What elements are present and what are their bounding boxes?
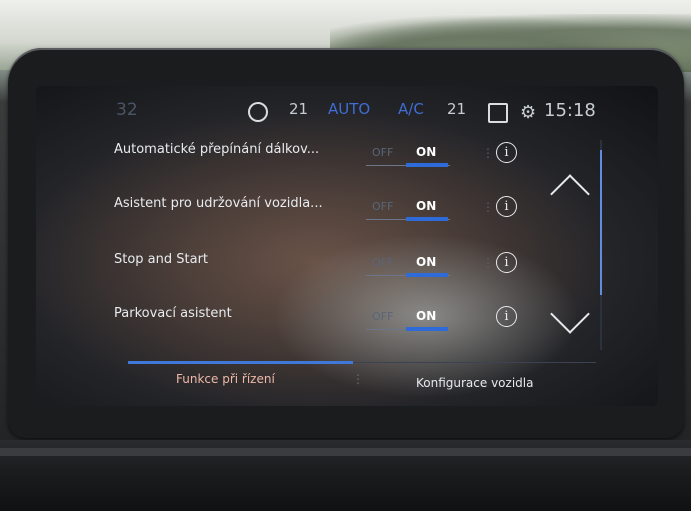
separator: ⋮ [482, 310, 494, 324]
toggle-on-label: ON [416, 199, 437, 213]
toggle-switch[interactable]: OFF ON [366, 254, 450, 278]
toggle-on-label: ON [416, 309, 437, 323]
toggle-switch[interactable]: OFF ON [366, 198, 450, 222]
clock: 15:18 [544, 100, 596, 121]
toggle-indicator [406, 217, 448, 221]
info-icon[interactable]: i [496, 252, 517, 273]
tab-separator: ⋮ [352, 372, 364, 386]
status-bar: 32 21 AUTO A/C 21 ⚙ 15:18 [36, 100, 656, 126]
fan-icon[interactable] [248, 102, 268, 122]
toggle-on-label: ON [416, 145, 437, 159]
setting-label: Parkovací asistent [114, 306, 232, 321]
toggle-on-label: ON [416, 255, 437, 269]
toggle-off-label: OFF [372, 200, 394, 213]
tab-vehicle-configuration[interactable]: Konfigurace vozidla [416, 376, 533, 390]
toggle-off-label: OFF [372, 256, 394, 269]
settings-list: Automatické přepínání dálkov... OFF ON ⋮… [104, 136, 604, 351]
separator: ⋮ [482, 146, 494, 160]
climate-auto[interactable]: AUTO [328, 100, 370, 118]
separator: ⋮ [482, 256, 494, 270]
bottom-tabs: Funkce při řízení ⋮ Konfigurace vozidla [36, 358, 658, 402]
separator: ⋮ [482, 200, 494, 214]
gear-icon[interactable]: ⚙ [520, 102, 536, 123]
info-icon[interactable]: i [496, 142, 517, 163]
setting-label: Asistent pro udržování vozidla... [114, 196, 323, 211]
setting-row: Parkovací asistent OFF ON ⋮ i [104, 300, 604, 340]
active-tab-indicator [128, 361, 353, 364]
tab-driving-functions[interactable]: Funkce při řízení [176, 372, 275, 386]
menu-icon[interactable] [488, 103, 508, 123]
toggle-off-label: OFF [372, 146, 394, 159]
setting-row: Stop and Start OFF ON ⋮ i [104, 246, 604, 286]
climate-ac[interactable]: A/C [398, 100, 424, 118]
setting-row: Automatické přepínání dálkov... OFF ON ⋮… [104, 136, 604, 176]
setting-label: Automatické přepínání dálkov... [114, 142, 320, 157]
temp-left[interactable]: 32 [116, 100, 138, 120]
setting-label: Stop and Start [114, 252, 209, 267]
toggle-indicator [406, 273, 448, 277]
setting-row: Asistent pro udržování vozidla... OFF ON… [104, 190, 604, 230]
fan-speed: 21 [289, 100, 309, 118]
info-icon[interactable]: i [496, 196, 517, 217]
toggle-switch[interactable]: OFF ON [366, 144, 450, 168]
toggle-indicator [406, 327, 448, 331]
info-icon[interactable]: i [496, 306, 517, 327]
toggle-off-label: OFF [372, 310, 394, 323]
tab-divider-line [353, 362, 596, 363]
dashboard-trim [0, 448, 691, 456]
toggle-switch[interactable]: OFF ON [366, 308, 450, 332]
temp-right[interactable]: 21 [447, 100, 466, 118]
scrollbar-thumb[interactable] [600, 150, 602, 295]
toggle-indicator [406, 163, 448, 167]
